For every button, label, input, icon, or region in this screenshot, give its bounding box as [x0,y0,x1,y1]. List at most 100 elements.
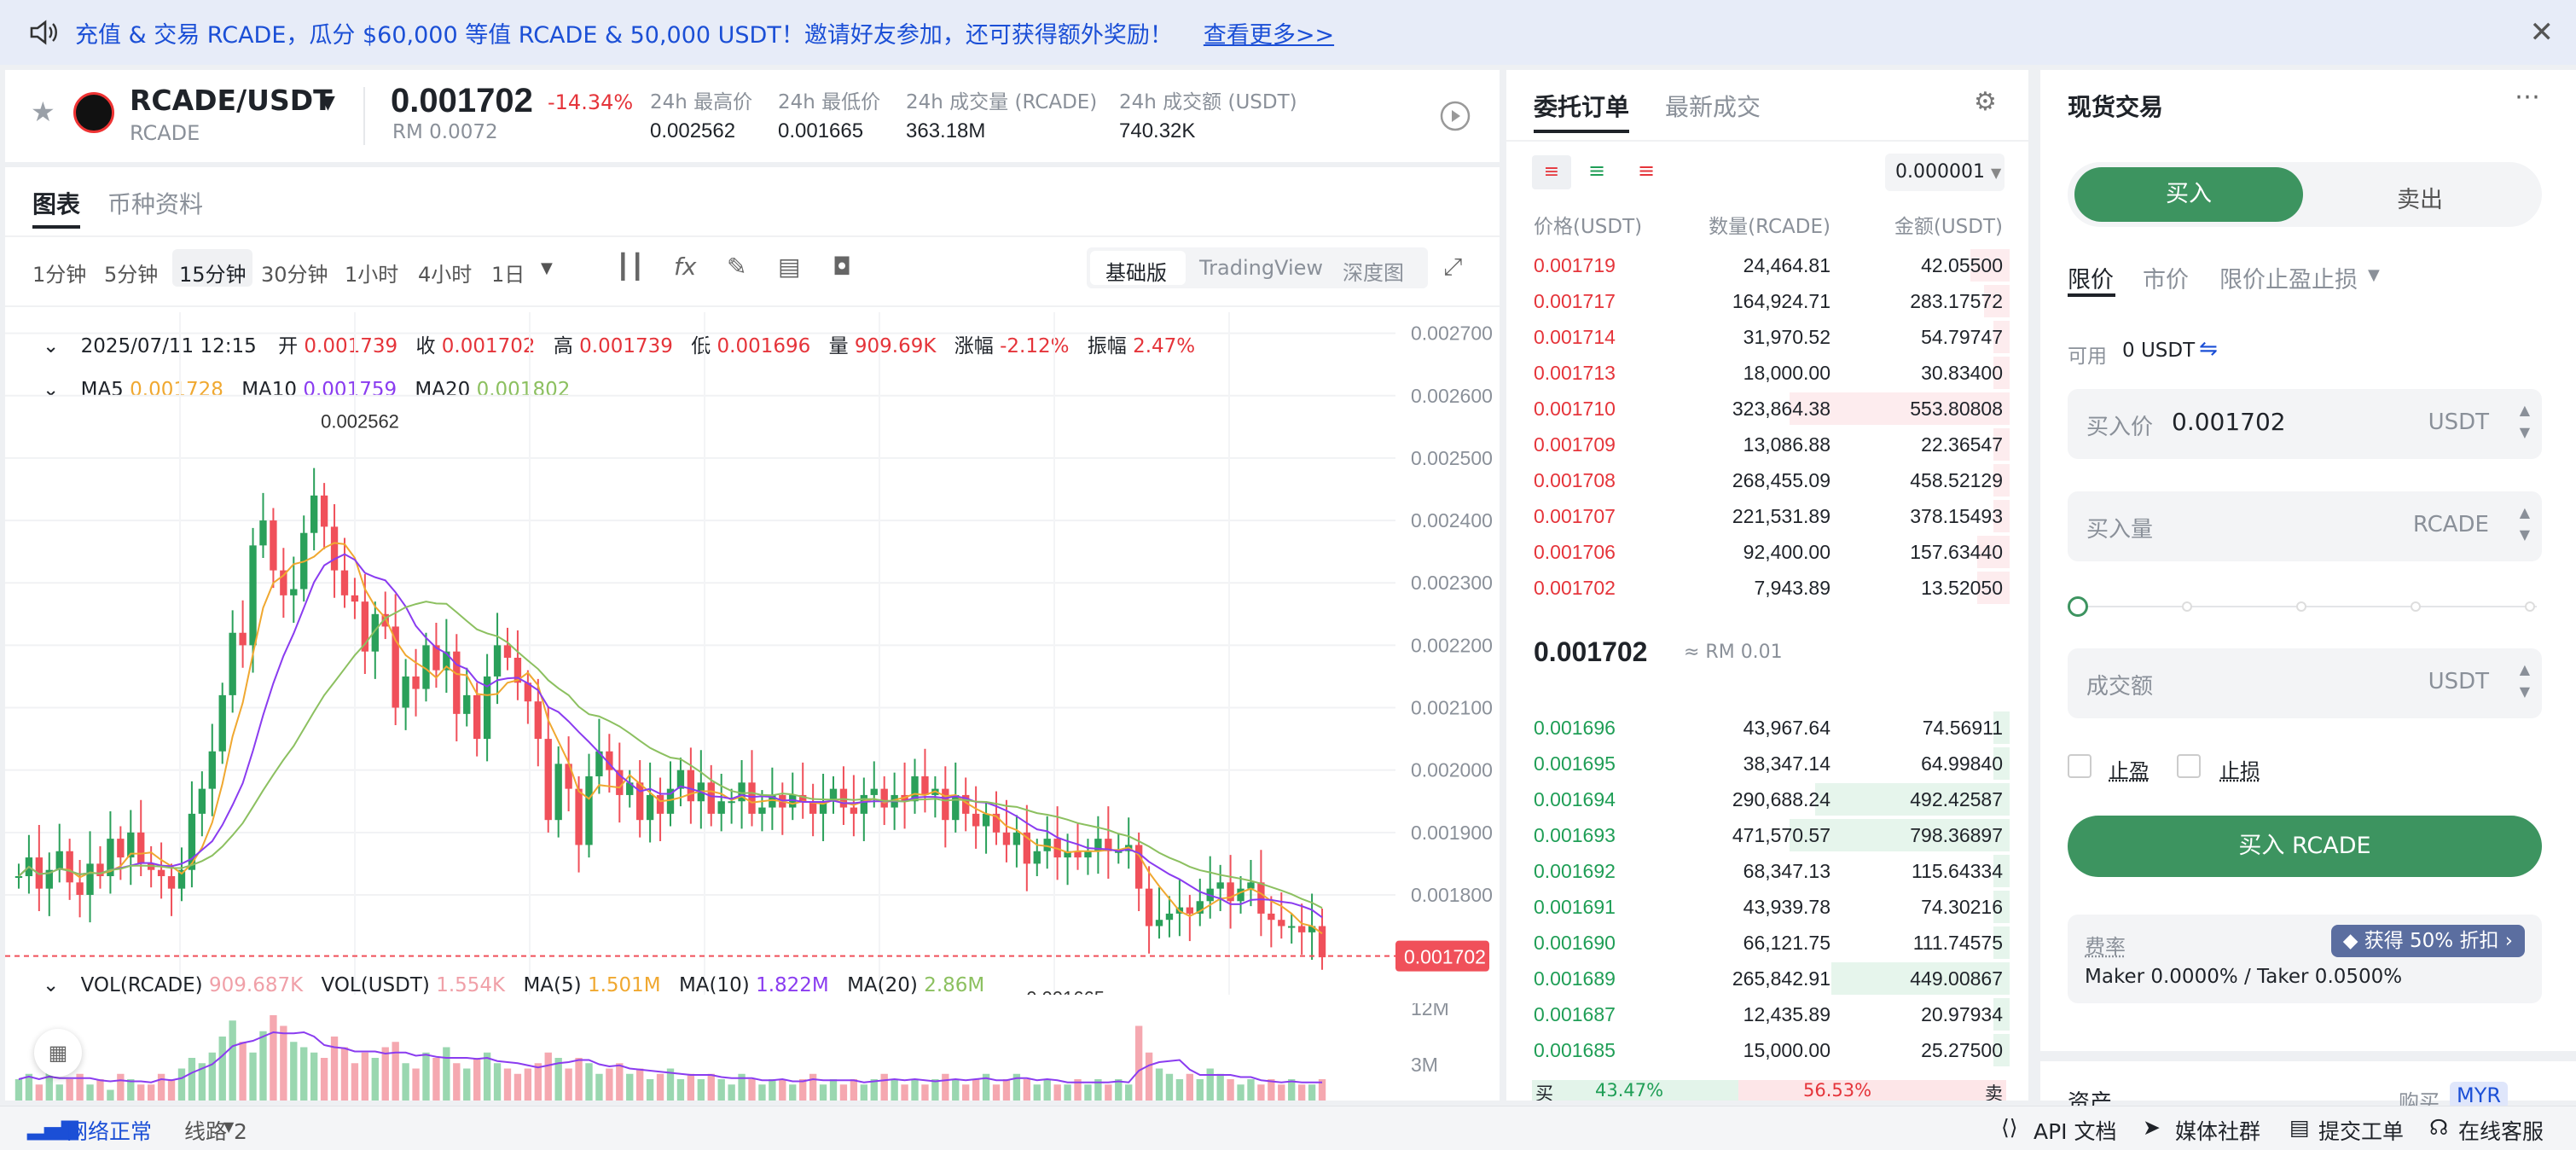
order-type-limit[interactable]: 限价 [2068,261,2114,294]
pair-name[interactable]: RCADE/USDT [130,84,333,117]
buy-tab[interactable]: 买入 [2074,167,2303,222]
amount-slider[interactable] [2068,594,2542,619]
ask-price: 0.001714 [1534,326,1616,348]
ask-row[interactable]: 0.001708 268,455.09 458.52129 [1506,462,2028,498]
sell-ratio-label: 卖 [1985,1083,2003,1101]
candle-body [249,545,257,646]
bid-row[interactable]: 0.001689 265,842.91 449.00867 [1506,961,2028,996]
take-profit-checkbox[interactable] [2068,754,2092,778]
ask-row[interactable]: 0.001710 323,864.38 553.80808 [1506,391,2028,427]
bid-row[interactable]: 0.001692 68,347.13 115.64334 [1506,853,2028,889]
view-both-icon[interactable]: ≡ [1532,155,1571,189]
total-input[interactable]: 成交额 USDT ▲ ▼ [2068,648,2542,718]
volume-bar [524,1068,532,1101]
fee-discount-badge[interactable]: ◆ 获得 50% 折扣 › [2330,925,2525,957]
candlestick-chart[interactable]: 0.002700 0.002600 0.002500 0.002400 0.002300… [5,312,1500,995]
fullscreen-icon[interactable]: ⤢ [1443,253,1462,282]
slider-handle[interactable] [2068,596,2088,617]
rm-price: RM 0.0072 [392,121,498,143]
slider-mark[interactable] [2182,601,2192,612]
ask-row[interactable]: 0.001719 24,464.81 42.05500 [1506,247,2028,283]
view-depth[interactable]: 深度图 [1343,256,1404,286]
volume-bar [340,1047,349,1101]
ask-row[interactable]: 0.001709 13,086.88 22.36547 [1506,427,2028,462]
layout-icon[interactable]: ▤ [778,253,800,281]
settings-icon[interactable]: ⚙ [1974,87,1997,117]
calendar-button[interactable]: ▦ [34,1029,82,1077]
bid-row[interactable]: 0.001691 43,939.78 74.30216 [1506,889,2028,925]
stepper-icon[interactable]: ▲ ▼ [2520,502,2530,546]
pencil-icon[interactable]: ✎ [727,253,746,281]
volume-bar [687,1073,695,1101]
take-profit-label[interactable]: 止盈 [2109,754,2150,784]
transfer-icon[interactable]: ⇋ [2199,336,2218,362]
volume-bar [942,1073,949,1101]
bid-row[interactable]: 0.001696 43,967.64 74.56911 [1506,710,2028,746]
interval-5m[interactable]: 5分钟 [104,258,158,288]
sell-tab[interactable]: 卖出 [2397,181,2443,214]
interval-1d[interactable]: 1日 [491,258,525,288]
view-tradingview[interactable]: TradingView [1199,256,1323,280]
interval-4h[interactable]: 4小时 [418,258,472,288]
view-asks-icon[interactable]: ≡ [1638,159,1655,183]
submit-buy-button[interactable]: 买入 RCADE [2068,816,2542,877]
order-type-market[interactable]: 市价 [2143,261,2189,294]
volume-bar [707,1073,715,1101]
bid-row[interactable]: 0.001687 12,435.89 20.97934 [1506,996,2028,1032]
tab-coin-info[interactable]: 币种资料 [107,186,203,220]
support-link[interactable]: 在线客服 [2458,1115,2544,1146]
stepper-icon[interactable]: ▲ ▼ [2520,659,2530,703]
indicator-icon[interactable]: fx [674,253,696,281]
chevron-down-icon[interactable]: ⌄ [43,974,59,996]
banner-more-link[interactable]: 查看更多>> [1204,16,1334,49]
camera-icon[interactable]: ◘ [833,253,851,281]
bid-row[interactable]: 0.001694 290,688.24 492.42587 [1506,781,2028,817]
interval-1m[interactable]: 1分钟 [32,258,86,288]
interval-15m[interactable]: 15分钟 [179,258,247,288]
price-input[interactable]: 买入价 0.001702 USDT ▲ ▼ [2068,389,2542,459]
tab-orderbook[interactable]: 委托订单 [1534,89,1629,123]
order-type-stop[interactable]: 限价止盈止损 [2219,261,2358,294]
close-icon[interactable]: ✕ [2530,15,2555,49]
ask-row[interactable]: 0.001714 31,970.52 54.79747 [1506,319,2028,355]
bid-price: 0.001687 [1534,1003,1616,1025]
stat-value: 0.001665 [778,119,864,142]
bid-row[interactable]: 0.001690 66,121.75 111.74575 [1506,925,2028,961]
view-basic[interactable]: 基础版 [1105,256,1167,286]
bid-row[interactable]: 0.001685 15,000.00 25.27500 [1506,1032,2028,1068]
community-link[interactable]: 媒体社群 [2175,1115,2260,1146]
precision-select[interactable]: 0.000001 ▼ [1885,154,2005,191]
slider-mark[interactable] [2296,601,2306,612]
slider-mark[interactable] [2411,601,2421,612]
stop-loss-label[interactable]: 止损 [2219,754,2260,784]
qty-input[interactable]: 买入量 RCADE ▲ ▼ [2068,491,2542,561]
tab-latest-trades[interactable]: 最新成交 [1665,89,1761,123]
api-docs-link[interactable]: API 文档 [2034,1115,2117,1146]
chevron-down-icon[interactable]: ▼ [541,259,553,277]
view-bids-icon[interactable]: ≡ [1588,159,1605,183]
more-icon[interactable]: ⋯ [2515,82,2540,112]
chevron-down-icon[interactable]: ▼ [321,92,335,113]
interval-1h[interactable]: 1小时 [345,258,398,288]
tab-chart[interactable]: 图表 [32,186,80,220]
ask-row[interactable]: 0.001706 92,400.00 157.63440 [1506,534,2028,570]
chevron-down-icon[interactable]: ▼ [2368,266,2380,284]
stepper-icon[interactable]: ▲ ▼ [2520,399,2530,444]
bid-row[interactable]: 0.001693 471,570.57 798.36897 [1506,817,2028,853]
ask-row[interactable]: 0.001707 221,531.89 378.15493 [1506,498,2028,534]
ask-row[interactable]: 0.001717 164,924.71 283.17572 [1506,283,2028,319]
play-icon[interactable] [1438,99,1472,133]
line-select[interactable]: 线路 2 [184,1115,247,1146]
slider-mark[interactable] [2525,601,2535,612]
bid-row[interactable]: 0.001695 38,347.14 64.99840 [1506,746,2028,781]
ask-row[interactable]: 0.001702 7,943.89 13.52050 [1506,570,2028,606]
star-icon[interactable]: ★ [31,96,55,128]
volume-bar [66,1079,73,1101]
ask-row[interactable]: 0.001713 18,000.00 30.83400 [1506,355,2028,391]
interval-30m[interactable]: 30分钟 [261,258,328,288]
candle-type-icon[interactable]: ┃┃ [616,253,645,281]
chevron-down-icon[interactable]: ▼ [223,1118,234,1135]
candle-body [870,788,878,795]
submit-ticket-link[interactable]: 提交工单 [2318,1115,2404,1146]
stop-loss-checkbox[interactable] [2177,754,2201,778]
